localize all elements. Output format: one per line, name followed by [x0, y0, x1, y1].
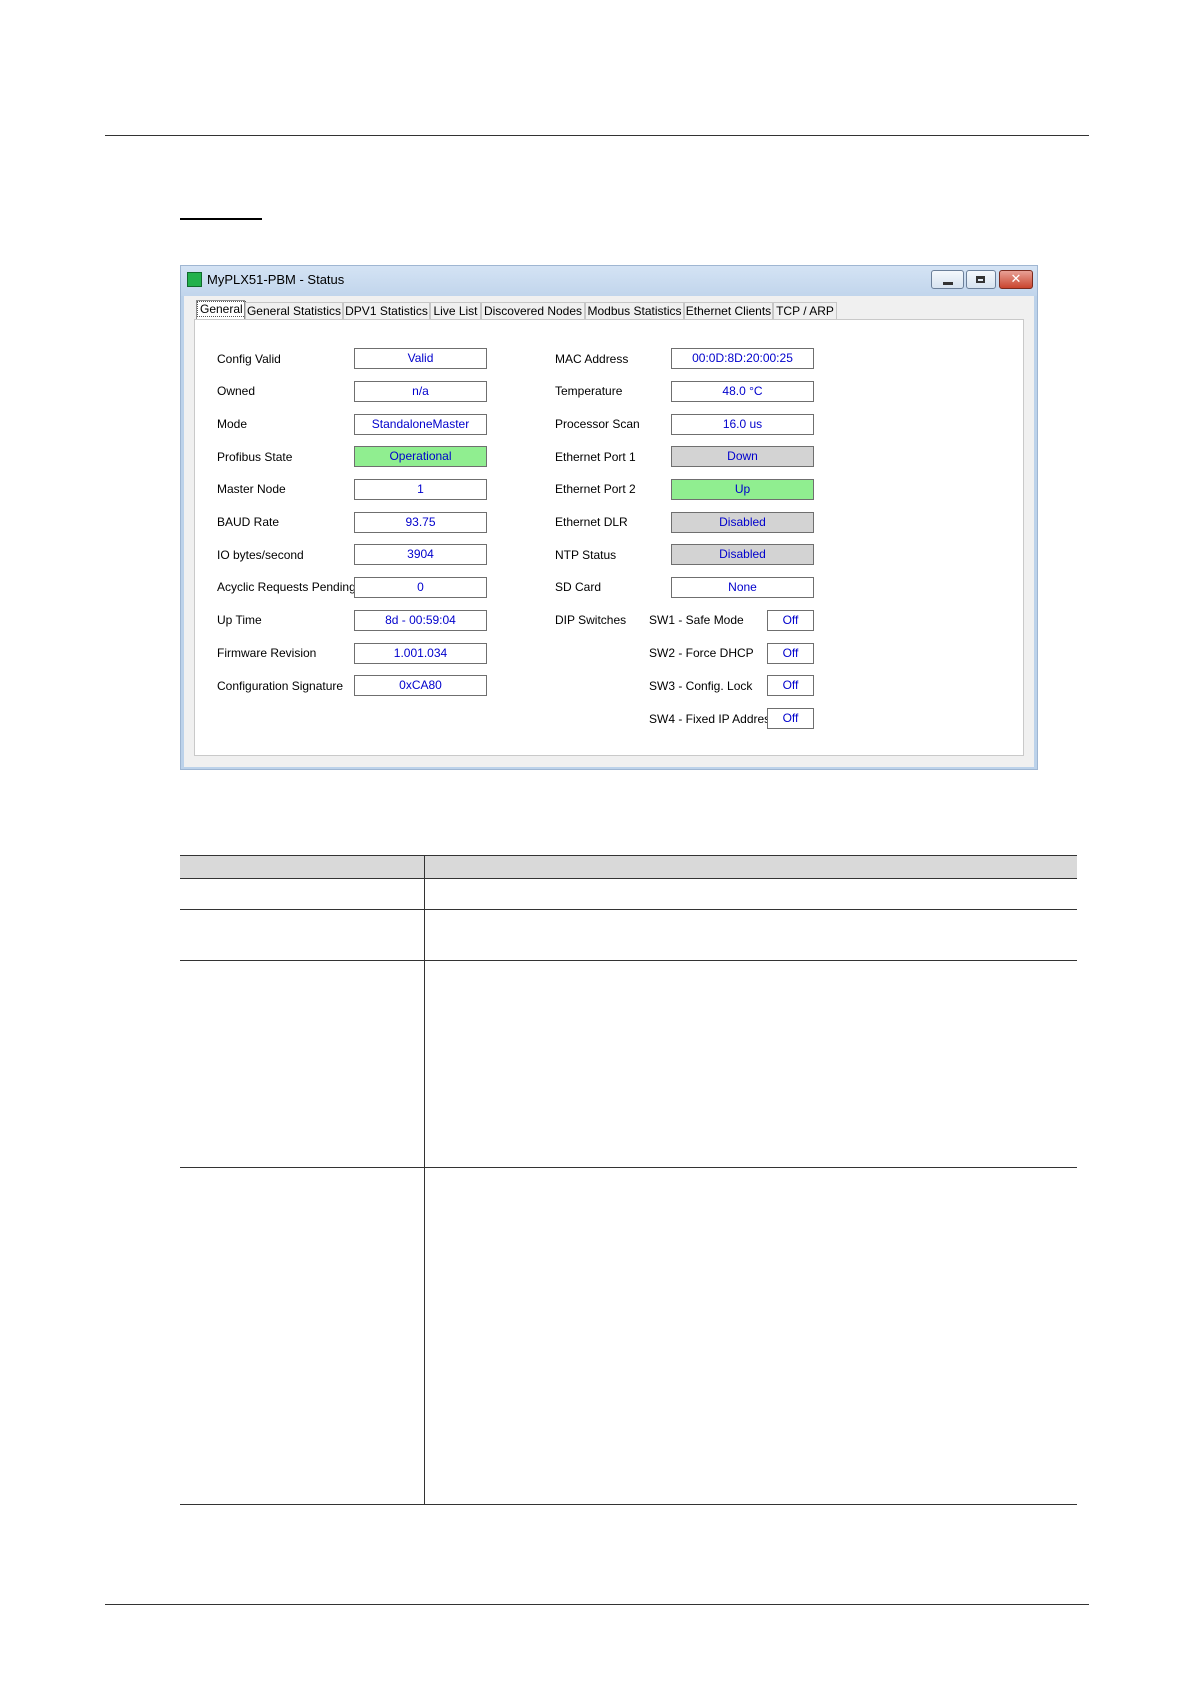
tab-tcp-arp[interactable]: TCP / ARP	[773, 302, 837, 320]
mode-value: StandaloneMaster	[354, 414, 487, 435]
sw2-label: SW2 - Force DHCP	[649, 646, 754, 660]
up-time-value: 8d - 00:59:04	[354, 610, 487, 631]
status-window: MyPLX51-PBM - Status ✕ General General S…	[180, 265, 1038, 770]
master-node-label: Master Node	[217, 482, 286, 496]
table-bottom-border	[180, 1504, 1077, 1505]
sd-card-value: None	[671, 577, 814, 598]
maximize-icon	[976, 276, 985, 283]
table-row-separator	[180, 960, 1077, 961]
sw3-value: Off	[767, 675, 814, 696]
ethernet-dlr-label: Ethernet DLR	[555, 515, 628, 529]
processor-scan-value: 16.0 us	[671, 414, 814, 435]
minimize-icon	[943, 282, 953, 285]
ethernet-port1-label: Ethernet Port 1	[555, 450, 636, 464]
baud-rate-value: 93.75	[354, 512, 487, 533]
baud-rate-label: BAUD Rate	[217, 515, 280, 529]
profibus-state-value: Operational	[354, 446, 487, 467]
firmware-revision-value: 1.001.034	[354, 643, 487, 664]
sd-card-label: SD Card	[555, 580, 602, 594]
table-row-separator	[180, 909, 1077, 910]
config-valid-label: Config Valid	[217, 352, 281, 366]
section-heading-underline	[180, 218, 262, 220]
minimize-button[interactable]	[931, 270, 964, 289]
table-header-row	[180, 855, 1077, 879]
tab-ethernet-clients[interactable]: Ethernet Clients	[684, 302, 773, 320]
temperature-value: 48.0 °C	[671, 381, 814, 402]
configuration-signature-label: Configuration Signature	[217, 679, 344, 693]
temperature-label: Temperature	[555, 384, 623, 398]
table-row-separator	[180, 1167, 1077, 1168]
profibus-state-label: Profibus State	[217, 450, 293, 464]
acyclic-requests-label: Acyclic Requests Pending	[217, 580, 356, 594]
maximize-button[interactable]	[966, 270, 996, 289]
sw2-value: Off	[767, 643, 814, 664]
mac-address-value: 00:0D:8D:20:00:25	[671, 348, 814, 369]
table-column-divider	[424, 855, 425, 1505]
tab-modbus-statistics[interactable]: Modbus Statistics	[585, 302, 684, 320]
ethernet-port1-value: Down	[671, 446, 814, 467]
tab-dpv1-statistics[interactable]: DPV1 Statistics	[343, 302, 430, 320]
io-bytes-label: IO bytes/second	[217, 548, 304, 562]
close-icon: ✕	[1010, 272, 1022, 287]
config-valid-value: Valid	[354, 348, 487, 369]
title-bar[interactable]: MyPLX51-PBM - Status ✕	[181, 266, 1037, 296]
acyclic-requests-value: 0	[354, 577, 487, 598]
app-status-icon	[187, 272, 202, 287]
mode-label: Mode	[217, 417, 248, 431]
firmware-revision-label: Firmware Revision	[217, 646, 317, 660]
ethernet-port2-label: Ethernet Port 2	[555, 482, 636, 496]
sw1-label: SW1 - Safe Mode	[649, 613, 744, 627]
sw4-value: Off	[767, 708, 814, 729]
up-time-label: Up Time	[217, 613, 262, 627]
tab-discovered-nodes[interactable]: Discovered Nodes	[481, 302, 585, 320]
sw4-label: SW4 - Fixed IP Address	[649, 712, 777, 726]
ntp-status-value: Disabled	[671, 544, 814, 565]
sw1-value: Off	[767, 610, 814, 631]
ntp-status-label: NTP Status	[555, 548, 617, 562]
close-button[interactable]: ✕	[999, 270, 1033, 289]
owned-value: n/a	[354, 381, 487, 402]
sw3-label: SW3 - Config. Lock	[649, 679, 753, 693]
footer-rule	[105, 1604, 1089, 1605]
mac-address-label: MAC Address	[555, 352, 629, 366]
window-client-area: General General Statistics DPV1 Statisti…	[184, 296, 1034, 767]
owned-label: Owned	[217, 384, 256, 398]
tab-general-label: General	[197, 301, 246, 317]
tab-general[interactable]: General	[196, 300, 246, 320]
configuration-signature-value: 0xCA80	[354, 675, 487, 696]
ethernet-port2-value: Up	[671, 479, 814, 500]
dip-switches-label: DIP Switches	[555, 613, 627, 627]
general-tab-panel: Config Valid Owned Mode Profibus State M…	[194, 319, 1024, 756]
window-title: MyPLX51-PBM - Status	[207, 272, 345, 287]
master-node-value: 1	[354, 479, 487, 500]
header-rule	[105, 135, 1089, 136]
processor-scan-label: Processor Scan	[555, 417, 640, 431]
tab-live-list[interactable]: Live List	[430, 302, 481, 320]
tab-general-statistics[interactable]: General Statistics	[245, 302, 343, 320]
ethernet-dlr-value: Disabled	[671, 512, 814, 533]
io-bytes-value: 3904	[354, 544, 487, 565]
